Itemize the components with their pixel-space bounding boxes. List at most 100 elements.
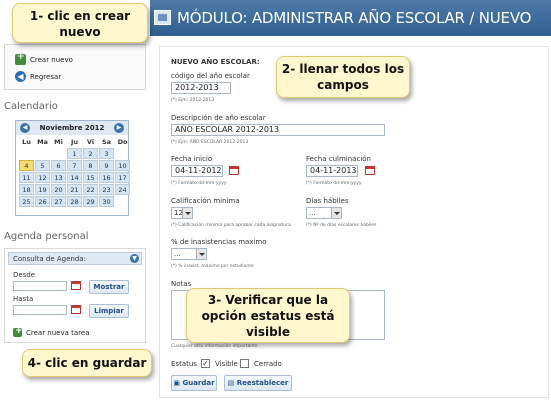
cerrado-label: Cerrado: [254, 360, 282, 368]
calendar-month: Noviembre 2012: [39, 124, 105, 132]
fecha-culm-label: Fecha culminación: [306, 155, 371, 163]
nav-regresar[interactable]: ◀ Regresar: [15, 71, 61, 82]
chevron-down-icon[interactable]: ▼: [130, 254, 139, 263]
notas-hint: Cualquier otra información importante: [171, 344, 258, 349]
nav-regresar-label: Regresar: [30, 72, 62, 81]
calendar-day[interactable]: 8: [83, 160, 98, 171]
weekday-label: Ju: [70, 138, 79, 146]
main-form-panel: NUEVO AÑO ESCOLAR: código del año escola…: [159, 46, 549, 398]
nav-crear-nuevo-label: Crear nuevo: [30, 55, 73, 64]
calendar-day[interactable]: 9: [99, 160, 114, 171]
calendar-day[interactable]: 18: [19, 184, 34, 195]
calendar-day[interactable]: 17: [115, 172, 130, 183]
descripcion-label: Descripción de año escolar: [171, 114, 266, 122]
limpiar-button[interactable]: Limpiar: [89, 304, 129, 318]
calendar-day[interactable]: 15: [83, 172, 98, 183]
calendar-day[interactable]: 26: [35, 196, 50, 207]
calendar-day[interactable]: 29: [83, 196, 98, 207]
visible-label: Visible: [215, 360, 238, 368]
calendar-day[interactable]: 13: [51, 172, 66, 183]
desde-input[interactable]: [13, 281, 67, 291]
calendar-day[interactable]: 10: [115, 160, 130, 171]
callout-3-line1: 3- Verificar que la: [207, 293, 329, 307]
mostrar-button[interactable]: Mostrar: [89, 280, 129, 294]
weekday-label: Mi: [54, 138, 63, 146]
page-header: MÓDULO: ADMINISTRAR AÑO ESCOLAR / NUEVO: [150, 0, 551, 36]
calendar-day[interactable]: 23: [99, 184, 114, 195]
fecha-inicio-hint: (*) Formato dd-mm-yyyy: [171, 181, 227, 186]
calendar-section-title: Calendario: [4, 101, 58, 112]
calendar-icon[interactable]: [71, 281, 81, 290]
next-month-icon[interactable]: ▶: [114, 123, 124, 133]
weekday-label: Do: [117, 138, 128, 146]
codigo-input[interactable]: 2012-2013: [171, 82, 231, 94]
calendar-day[interactable]: 22: [83, 184, 98, 195]
calendar-day[interactable]: 27: [51, 196, 66, 207]
notas-label: Notas: [171, 280, 192, 288]
calendar-empty-cell: [115, 196, 130, 207]
calendar-day[interactable]: 20: [51, 184, 66, 195]
calendar-day[interactable]: 6: [51, 160, 66, 171]
calendar-day[interactable]: 28: [67, 196, 82, 207]
fecha-culm-hint: (*) Formato dd-mm-yyyy: [306, 181, 362, 186]
fecha-inicio-input[interactable]: 04-11-2012: [171, 165, 223, 177]
callout-step-4: 4- clic en guardar: [22, 349, 152, 377]
crear-tarea-link[interactable]: Crear nueva tarea: [13, 326, 90, 337]
desde-label: Desde: [13, 271, 36, 279]
calendar-icon[interactable]: [365, 166, 375, 175]
callout-3-line2: opción estatus está: [201, 309, 335, 323]
cerrado-checkbox[interactable]: [240, 359, 249, 368]
callout-1-line2: nuevo: [59, 25, 101, 39]
codigo-label: código del año escolar: [171, 72, 250, 80]
crear-tarea-label: Crear nueva tarea: [26, 328, 90, 337]
hasta-input[interactable]: [13, 305, 67, 315]
calendar-day[interactable]: 3: [99, 148, 114, 159]
page-title: MÓDULO: ADMINISTRAR AÑO ESCOLAR / NUEVO: [177, 9, 532, 27]
calendar-day[interactable]: 7: [67, 160, 82, 171]
fecha-culm-input[interactable]: 04-11-2013: [306, 165, 358, 177]
agenda-section-title: Agenda personal: [4, 231, 89, 242]
calendar-day[interactable]: 12: [35, 172, 50, 183]
dias-hint: (*) Nº de días escolares hábiles: [306, 223, 377, 228]
calendar-empty-cell: [115, 148, 130, 159]
calendar-day[interactable]: 21: [67, 184, 82, 195]
calificacion-select[interactable]: 12: [171, 207, 193, 219]
chevron-down-icon: [182, 208, 192, 218]
visible-checkbox[interactable]: ✓: [201, 359, 210, 368]
inasistencia-label: % de inasistencias maximo: [171, 238, 267, 246]
prev-month-icon[interactable]: ◀: [20, 123, 30, 133]
weekday-label: Lu: [22, 138, 31, 146]
inasistencia-select[interactable]: ...: [171, 248, 207, 260]
calendar-day[interactable]: 14: [67, 172, 82, 183]
form-section-title: NUEVO AÑO ESCOLAR:: [171, 58, 260, 66]
calendar-widget: ◀ Noviembre 2012 ▶ Lu Ma Mi Ju Vi Sa Do 1 2 3 4 5 6 7…: [15, 120, 130, 216]
calendar-day[interactable]: 19: [35, 184, 50, 195]
agenda-header[interactable]: Consulta de Agenda: ▼: [8, 252, 142, 265]
calendar-day[interactable]: 25: [19, 196, 34, 207]
reestablecer-button[interactable]: ▤ Reestablecer: [224, 375, 292, 391]
fecha-inicio-label: Fecha inicio: [171, 155, 213, 163]
calendar-icon[interactable]: [71, 305, 81, 314]
calendar-day[interactable]: 24: [115, 184, 130, 195]
hasta-label: Hasta: [13, 295, 34, 303]
guardar-button[interactable]: ▣ Guardar: [171, 375, 217, 391]
calendar-day[interactable]: 5: [35, 160, 50, 171]
nav-crear-nuevo[interactable]: Crear nuevo: [15, 52, 73, 65]
calendar-icon[interactable]: [229, 166, 239, 175]
descripcion-input[interactable]: AÑO ESCOLAR 2012-2013: [171, 124, 385, 136]
dias-select[interactable]: ...: [306, 207, 342, 219]
calificacion-label: Calificación minima: [171, 197, 240, 205]
calendar-day[interactable]: 11: [19, 172, 34, 183]
calendar-empty-cell: [51, 148, 66, 159]
callout-step-1: 1- clic en crear nuevo: [12, 3, 148, 43]
inasistencia-value: ...: [174, 250, 181, 258]
calendar-day[interactable]: 1: [67, 148, 82, 159]
reestablecer-label: Reestablecer: [236, 379, 289, 387]
calendar-day[interactable]: 30: [99, 196, 114, 207]
calendar-day[interactable]: 2: [83, 148, 98, 159]
callout-2-line1: 2- llenar todos los: [281, 62, 405, 76]
calendar-day[interactable]: 16: [99, 172, 114, 183]
agenda-panel: Consulta de Agenda: ▼ Desde Mostrar Hast…: [4, 248, 146, 343]
calendar-day[interactable]: 4: [19, 160, 34, 171]
guardar-label: Guardar: [182, 379, 215, 387]
